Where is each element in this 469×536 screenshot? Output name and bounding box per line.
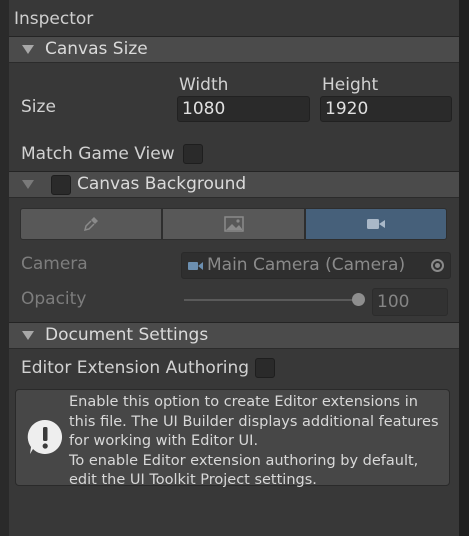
camera-object-field[interactable]: Main Camera (Camera) <box>181 252 451 279</box>
opacity-slider-knob[interactable] <box>352 293 365 306</box>
editor-extension-checkbox[interactable] <box>255 358 275 378</box>
canvas-size-header: Canvas Size <box>45 39 148 59</box>
color-picker-icon <box>83 217 98 232</box>
size-label: Size <box>21 97 56 117</box>
image-icon <box>223 216 244 232</box>
camera-mode-button[interactable] <box>305 208 447 240</box>
foldout-arrow-icon[interactable] <box>22 331 34 340</box>
match-game-view-label: Match Game View <box>21 144 175 164</box>
editor-extension-label: Editor Extension Authoring <box>21 358 250 378</box>
height-label: Height <box>322 75 379 95</box>
document-settings-header: Document Settings <box>45 325 209 345</box>
help-message: Enable this option to create Editor exte… <box>69 394 439 488</box>
info-bubble-icon <box>27 419 63 454</box>
canvas-background-header: Canvas Background <box>77 174 247 194</box>
camera-icon <box>188 262 203 270</box>
match-game-view-checkbox[interactable] <box>183 144 203 164</box>
image-mode-button[interactable] <box>162 208 305 240</box>
object-picker-icon[interactable] <box>431 259 444 272</box>
foldout-arrow-icon[interactable] <box>22 180 34 189</box>
camera-value: Main Camera (Camera) <box>207 255 406 275</box>
width-field[interactable]: 1080 <box>177 96 310 122</box>
opacity-slider-track[interactable] <box>184 299 360 301</box>
color-mode-button[interactable] <box>20 208 162 240</box>
document-settings-foldout[interactable]: Document Settings <box>9 322 459 349</box>
canvas-background-foldout[interactable]: Canvas Background <box>9 171 459 198</box>
canvas-background-toggle[interactable] <box>51 175 71 195</box>
width-label: Width <box>179 75 229 95</box>
inspector-title: Inspector <box>14 9 94 29</box>
foldout-arrow-icon[interactable] <box>22 45 34 54</box>
camera-icon <box>367 219 385 229</box>
background-mode-buttons <box>20 208 447 240</box>
opacity-field[interactable]: 100 <box>372 288 448 316</box>
opacity-label: Opacity <box>21 289 87 309</box>
scrollbar-gutter[interactable] <box>459 0 469 536</box>
canvas-size-foldout[interactable]: Canvas Size <box>9 36 459 63</box>
help-box: Enable this option to create Editor exte… <box>15 389 450 488</box>
camera-label: Camera <box>21 254 88 274</box>
left-panel-edge <box>0 0 9 536</box>
height-field[interactable]: 1920 <box>320 96 452 122</box>
